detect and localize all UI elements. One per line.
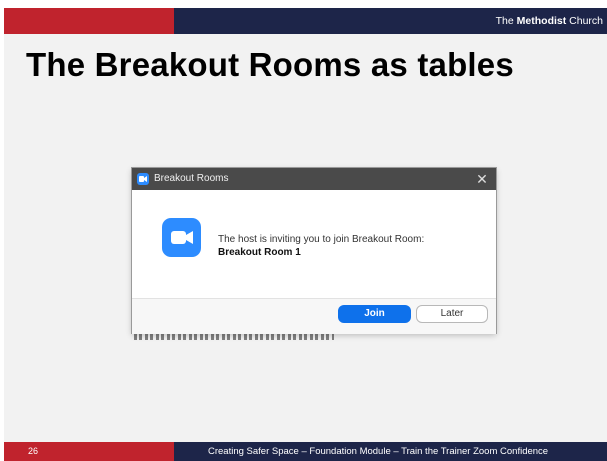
join-button[interactable]: Join — [338, 305, 411, 323]
invite-message: The host is inviting you to join Breakou… — [218, 233, 424, 259]
later-button[interactable]: Later — [416, 305, 488, 323]
breakout-rooms-dialog: Breakout Rooms ✕ The host is inviting yo… — [132, 168, 496, 334]
slide-title: The Breakout Rooms as tables — [26, 46, 514, 83]
invite-text: The host is inviting you to join Breakou… — [218, 234, 425, 245]
zoom-app-icon — [137, 173, 149, 185]
header-bar: The Methodist Church — [4, 8, 607, 34]
obscured-text-strip — [134, 333, 334, 340]
brand-prefix: The — [495, 15, 517, 27]
footer-bar: 26 Creating Safer Space – Foundation Mod… — [4, 442, 607, 461]
brand-logo-text: The Methodist Church — [496, 8, 603, 34]
dialog-titlebar[interactable]: Breakout Rooms ✕ — [132, 168, 496, 190]
header-red-block — [4, 8, 174, 34]
page-number: 26 — [28, 446, 39, 456]
brand-bold: Methodist — [516, 15, 567, 27]
dialog-title: Breakout Rooms — [154, 173, 229, 184]
room-name: Breakout Room 1 — [218, 247, 301, 258]
close-icon[interactable]: ✕ — [474, 168, 490, 190]
slide: The Methodist Church The Breakout Rooms … — [4, 8, 607, 461]
footer-text: Creating Safer Space – Foundation Module… — [208, 446, 549, 457]
zoom-video-icon — [162, 218, 201, 257]
brand-suffix: Church — [566, 15, 603, 27]
